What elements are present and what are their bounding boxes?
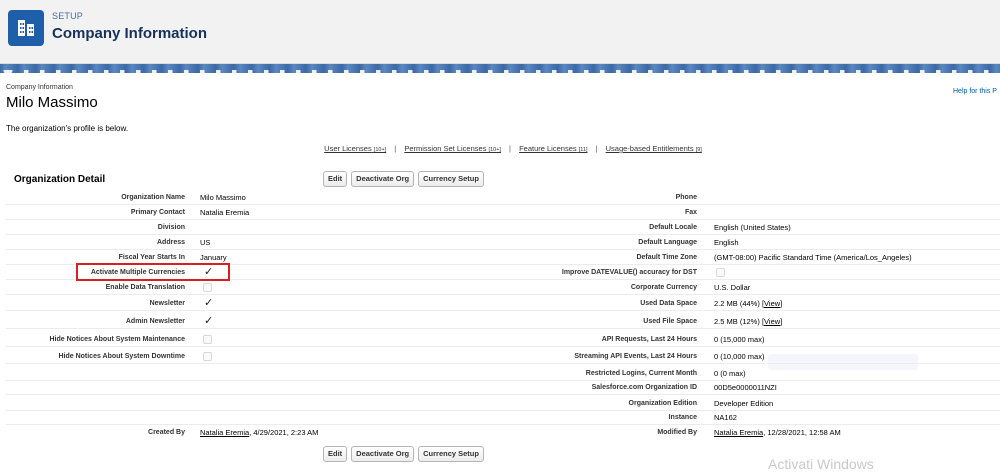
- field-value: (GMT-08:00) Pacific Standard Time (Ameri…: [714, 253, 912, 262]
- modified-by-value: Natalia Eremia, 12/28/2021, 12:58 AM: [714, 428, 841, 437]
- edit-button[interactable]: Edit: [323, 446, 348, 462]
- field-label: API Requests, Last 24 Hours: [601, 336, 697, 343]
- detail-row: Primary Contact Natalia Eremia Fax: [6, 205, 1000, 220]
- detail-row: Organization Name Milo Massimo Phone: [6, 190, 1000, 205]
- deactivate-org-button[interactable]: Deactivate Org: [351, 171, 415, 187]
- field-label: Admin Newsletter: [125, 318, 185, 325]
- field-label: Enable Data Translation: [105, 284, 185, 291]
- user-licenses-link[interactable]: User Licenses [10+]: [324, 144, 386, 153]
- field-value: 2.5 MB (12%) [View]: [714, 317, 783, 326]
- intro-text: The organization's profile is below.: [6, 124, 129, 133]
- field-label: Default Language: [638, 239, 697, 246]
- modified-by-user-link[interactable]: Natalia Eremia: [714, 428, 763, 437]
- field-label: Instance: [668, 414, 697, 421]
- field-label: Improve DATEVALUE() accuracy for DST: [561, 269, 697, 276]
- field-value: January: [200, 253, 227, 262]
- field-label: Used Data Space: [640, 300, 697, 307]
- field-value: U.S. Dollar: [714, 283, 751, 292]
- usage-based-entitlements-link[interactable]: Usage-based Entitlements [9]: [606, 144, 702, 153]
- top-button-row: Edit Deactivate Org Currency Setup: [323, 171, 484, 187]
- detail-row: Organization Edition Developer Edition: [6, 396, 1000, 411]
- highlight-box: [76, 263, 230, 281]
- page-title: Milo Massimo: [6, 94, 98, 111]
- view-file-space-link[interactable]: View: [764, 317, 780, 326]
- field-value: English: [714, 238, 739, 247]
- field-label: Default Time Zone: [636, 254, 697, 261]
- windows-activation-watermark: Activati Windows: [768, 456, 874, 472]
- detail-row: Enable Data Translation Corporate Curren…: [6, 280, 1000, 295]
- field-label: Hide Notices About System Downtime: [58, 353, 185, 360]
- checkmark-icon: ✓: [204, 315, 214, 327]
- field-value: Developer Edition: [714, 399, 774, 408]
- field-label: Modified By: [657, 429, 697, 436]
- detail-row: Newsletter ✓ Used Data Space 2.2 MB (44%…: [6, 296, 1000, 311]
- related-links: User Licenses [10+] | Permission Set Lic…: [324, 144, 702, 153]
- field-label: Restricted Logins, Current Month: [585, 370, 697, 377]
- checkbox-unchecked-icon: [203, 335, 212, 344]
- permission-set-licenses-link[interactable]: Permission Set Licenses [10+]: [404, 144, 501, 153]
- field-label: Created By: [148, 429, 185, 436]
- checkbox-unchecked-icon: [203, 283, 212, 292]
- created-by-user-link[interactable]: Natalia Eremia: [200, 428, 249, 437]
- detail-row: Division Default Locale English (United …: [6, 220, 1000, 235]
- setup-header: SETUP Company Information: [0, 0, 1000, 64]
- field-label: Division: [157, 224, 185, 231]
- edit-button[interactable]: Edit: [323, 171, 348, 187]
- page-header-title: Company Information: [52, 25, 208, 42]
- field-label: Organization Edition: [628, 400, 697, 407]
- field-label: Address: [156, 239, 185, 246]
- field-value: 0 (15,000 max): [714, 335, 765, 344]
- building-icon: [8, 10, 44, 46]
- field-value: 0 (10,000 max): [714, 352, 765, 361]
- field-label: Phone: [675, 194, 697, 201]
- field-label: Streaming API Events, Last 24 Hours: [574, 353, 697, 360]
- detail-row: Hide Notices About System Downtime Strea…: [6, 349, 1000, 364]
- checkmark-icon: ✓: [204, 297, 214, 309]
- field-label: Default Locale: [649, 224, 697, 231]
- field-value: US: [200, 238, 211, 247]
- detail-row: Address US Default Language English: [6, 235, 1000, 250]
- field-value: 2.2 MB (44%) [View]: [714, 299, 783, 308]
- checkbox-unchecked-icon: [203, 352, 212, 361]
- field-value: Milo Massimo: [200, 193, 246, 202]
- field-value: 0 (0 max): [714, 369, 746, 378]
- breadcrumb: Company Information: [6, 84, 73, 91]
- currency-setup-button[interactable]: Currency Setup: [418, 171, 484, 187]
- field-label: Primary Contact: [130, 209, 185, 216]
- bottom-button-row: Edit Deactivate Org Currency Setup: [323, 446, 484, 462]
- detail-row: Admin Newsletter ✓ Used File Space 2.5 M…: [6, 314, 1000, 329]
- field-value: Natalia Eremia: [200, 208, 250, 217]
- field-label: Fax: [684, 209, 697, 216]
- created-by-value: Natalia Eremia, 4/29/2021, 2:23 AM: [200, 428, 319, 437]
- deactivate-org-button[interactable]: Deactivate Org: [351, 446, 415, 462]
- field-label: Fiscal Year Starts In: [118, 254, 185, 261]
- feature-licenses-link[interactable]: Feature Licenses [11]: [519, 144, 587, 153]
- help-link[interactable]: Help for this P: [953, 88, 997, 95]
- section-title: Organization Detail: [14, 174, 106, 185]
- field-label: Hide Notices About System Maintenance: [49, 336, 186, 343]
- field-label: Salesforce.com Organization ID: [591, 384, 697, 391]
- field-value: 00D5e0000011NZI: [714, 383, 777, 392]
- detail-row: Salesforce.com Organization ID 00D5e0000…: [6, 380, 1000, 395]
- decorative-cloud-edge: [0, 70, 1000, 74]
- field-label: Corporate Currency: [630, 284, 697, 291]
- detail-row: Hide Notices About System Maintenance AP…: [6, 332, 1000, 347]
- detail-row: Created By Natalia Eremia, 4/29/2021, 2:…: [6, 425, 1000, 440]
- detail-row: Instance NA162: [6, 410, 1000, 425]
- field-value: NA162: [714, 413, 737, 422]
- detail-row: Restricted Logins, Current Month 0 (0 ma…: [6, 366, 1000, 381]
- currency-setup-button[interactable]: Currency Setup: [418, 446, 484, 462]
- view-data-space-link[interactable]: View: [764, 299, 780, 308]
- setup-label: SETUP: [52, 11, 84, 21]
- field-label: Newsletter: [149, 300, 185, 307]
- field-label: Used File Space: [643, 318, 697, 325]
- field-value: English (United States): [714, 223, 791, 232]
- checkbox-unchecked-icon: [716, 268, 725, 277]
- field-label: Organization Name: [121, 194, 185, 201]
